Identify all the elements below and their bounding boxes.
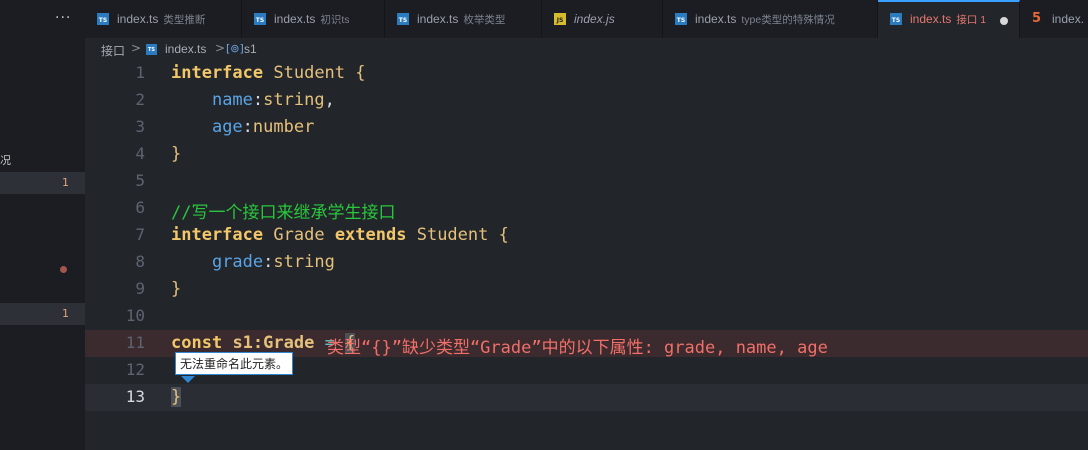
brace: { [355,63,366,83]
inline-error-message: 类型“{}”缺少类型“Grade”中的以下属性: grade, name, ag… [327,338,828,358]
tab-filename: index.ts [117,12,159,26]
type-name: Student [273,63,346,83]
punctuation: , [324,90,335,110]
tab-filename: index.js [574,12,615,26]
code-line[interactable]: 5 [85,168,1088,195]
typescript-file-icon: TS [97,13,109,25]
type-name: Grade [273,225,325,245]
property: grade [211,252,264,272]
line-number: 12 [125,360,145,379]
more-actions-icon[interactable]: ··· [55,10,71,26]
tab-index-js[interactable]: JS index.js [542,0,663,38]
tab-index-ts-type-special[interactable]: TS index.ts type类型的特殊情况 [663,0,878,38]
tab-filename: index.ts [274,12,316,26]
variable-name: s1:Grade [232,333,315,353]
code-editor[interactable]: 1 interface Student { 2 name:string, 3 a… [85,60,1088,450]
breadcrumb-folder[interactable]: 接口 [101,42,125,59]
line-number: 10 [125,306,145,325]
type-name: Student [416,225,489,245]
breadcrumb-symbol[interactable]: s1 [244,42,257,56]
tab-filename: index. [1052,12,1085,26]
line-number: 13 [125,387,145,406]
variable-icon: [⊚] [226,42,244,55]
typescript-file-icon: TS [146,44,157,55]
tab-index-ts-interface[interactable]: TS index.ts 接口 1 [878,0,1020,38]
code-line[interactable]: 7 interface Grade extends Student { [85,222,1088,249]
breadcrumb: 接口 > TS index.ts > [⊚] s1 [85,38,1088,60]
problem-count-badge: 1 [62,307,69,320]
tab-index-ts-enum[interactable]: TS index.ts 枚举类型 [385,0,542,38]
breadcrumb-file[interactable]: index.ts [165,42,206,56]
editor-tab-bar: TS index.ts 类型推断 TS index.ts 初识ts TS index… [85,0,1088,38]
brace: } [171,387,182,407]
tab-index-html[interactable]: 5 index. [1020,0,1088,38]
keyword: const [171,333,223,353]
property: age [211,117,243,137]
code-line-current[interactable]: 13 } [85,384,1088,411]
property: name [211,90,253,110]
sidebar-item-fragment[interactable]: 况 [0,152,11,168]
code-line[interactable]: 10 [85,303,1088,330]
line-number: 3 [135,117,145,136]
brace: } [171,279,182,299]
typescript-file-icon: TS [890,13,902,25]
brace: } [171,144,182,164]
code-line[interactable]: 1 interface Student { [85,60,1088,87]
tab-description: 接口 1 [956,14,987,26]
tab-description: 类型推断 [163,14,206,26]
sidebar-item-problem-2[interactable]: 1 [0,303,85,325]
chevron-right-icon: > [131,41,142,55]
type-name: string [273,252,335,272]
sidebar-item-problem-1[interactable]: 1 [0,172,85,194]
chevron-right-icon: > [215,41,226,55]
code-line[interactable]: 6 //写一个接口来继承学生接口 [85,195,1088,223]
rename-tooltip: 无法重命名此元素。 [175,352,294,375]
tab-index-ts-type-inference[interactable]: TS index.ts 类型推断 [85,0,242,38]
comment: //写一个接口来继承学生接口 [171,203,396,223]
type-name: number [252,117,315,137]
explorer-sidebar: ··· 况 1 1 [0,0,85,450]
brace: { [498,225,509,245]
code-line[interactable]: 8 grade:string [85,249,1088,276]
code-line[interactable]: 4 } [85,141,1088,168]
unsaved-dot-icon[interactable] [1000,17,1008,25]
keyword: interface [171,63,264,83]
tab-description: 初识ts [320,14,350,26]
line-number: 9 [135,279,145,298]
tab-description: 枚举类型 [463,14,506,26]
tab-filename: index.ts [910,12,952,26]
problem-count-badge: 1 [62,176,69,189]
line-number: 6 [135,198,145,217]
code-line[interactable]: 2 name:string, [85,87,1088,114]
javascript-file-icon: JS [554,13,566,25]
typescript-file-icon: TS [254,13,266,25]
keyword: extends [334,225,407,245]
tooltip-arrow [181,376,195,383]
tab-description: type类型的特殊情况 [741,14,835,26]
tab-index-ts-intro[interactable]: TS index.ts 初识ts [242,0,385,38]
tab-filename: index.ts [417,12,459,26]
line-number: 5 [135,171,145,190]
code-line[interactable]: 9 } [85,276,1088,303]
modified-dot-icon [60,266,67,273]
line-number: 4 [135,144,145,163]
typescript-file-icon: TS [675,13,687,25]
code-line[interactable]: 3 age:number [85,114,1088,141]
type-name: string [263,90,325,110]
tab-filename: index.ts [695,12,737,26]
line-number: 7 [135,225,145,244]
line-number: 8 [135,252,145,271]
line-number: 11 [125,333,145,352]
line-number: 1 [135,63,145,82]
html5-file-icon: 5 [1032,11,1042,26]
typescript-file-icon: TS [397,13,409,25]
keyword: interface [171,225,264,245]
line-number: 2 [135,90,145,109]
